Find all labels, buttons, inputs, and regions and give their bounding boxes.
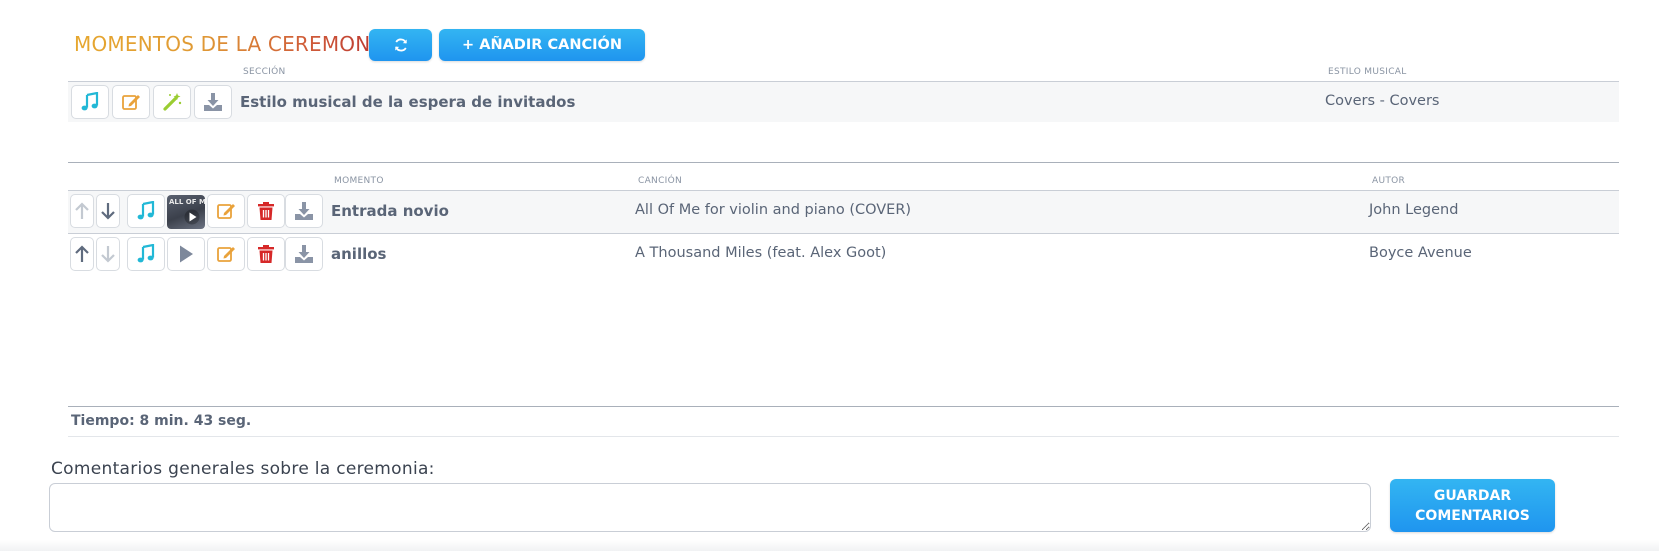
edit-button[interactable]: [207, 237, 245, 271]
trash-icon: [258, 245, 274, 263]
bottom-shadow: [0, 540, 1659, 551]
col-header-style: ESTILO MUSICAL: [1328, 67, 1407, 77]
save-comments-button[interactable]: GUARDAR COMENTARIOS: [1390, 479, 1555, 532]
magic-wand-icon: [163, 93, 182, 111]
arrow-up-icon: [75, 245, 89, 262]
edit-icon: [122, 95, 140, 110]
arrow-down-icon: [101, 203, 115, 220]
move-up-button[interactable]: [70, 237, 94, 271]
edit-icon: [217, 204, 235, 219]
arrow-up-icon: [75, 202, 89, 219]
music-button[interactable]: [71, 85, 109, 119]
download-button[interactable]: [194, 85, 232, 119]
move-down-button: [96, 237, 120, 271]
add-song-label: + AÑADIR CANCIÓN: [462, 37, 622, 53]
song-author: Boyce Avenue: [1369, 245, 1472, 261]
total-time: Tiempo: 8 min. 43 seg.: [71, 413, 252, 429]
arrow-down-icon: [101, 246, 115, 263]
music-button[interactable]: [127, 194, 165, 228]
moment-name: Entrada novio: [331, 202, 449, 220]
divider: [68, 233, 1619, 234]
refresh-button[interactable]: [369, 29, 432, 61]
video-thumbnail[interactable]: ALL OF ME: [167, 195, 205, 229]
move-down-button[interactable]: [96, 194, 120, 228]
music-note-icon: [137, 244, 155, 263]
trash-icon: [258, 202, 274, 220]
download-icon: [295, 202, 313, 220]
section-name: Estilo musical de la espera de invitados: [240, 93, 576, 111]
music-note-icon: [137, 201, 155, 220]
music-button[interactable]: [127, 237, 165, 271]
save-comments-label-line1: GUARDAR: [1433, 487, 1512, 504]
edit-icon: [217, 247, 235, 262]
edit-button[interactable]: [207, 194, 245, 228]
col-header-moment: MOMENTO: [334, 176, 384, 186]
delete-button[interactable]: [247, 194, 285, 228]
song-title: A Thousand Miles (feat. Alex Goot): [635, 245, 887, 261]
delete-button[interactable]: [247, 237, 285, 271]
section-style: Covers - Covers: [1325, 93, 1440, 109]
col-header-author: AUTOR: [1372, 176, 1406, 186]
divider: [68, 436, 1619, 437]
moment-name: anillos: [331, 245, 387, 263]
comments-textarea[interactable]: [49, 483, 1371, 532]
divider: [68, 162, 1619, 163]
song-title: All Of Me for violin and piano (COVER): [635, 202, 912, 218]
download-button[interactable]: [285, 194, 323, 228]
save-comments-label-line2: COMENTARIOS: [1415, 507, 1530, 524]
move-up-button: [70, 194, 94, 228]
play-icon: [180, 245, 193, 263]
magic-button[interactable]: [153, 85, 191, 119]
download-button[interactable]: [285, 237, 323, 271]
song-author: John Legend: [1369, 202, 1459, 218]
comments-label: Comentarios generales sobre la ceremonia…: [51, 459, 435, 479]
play-button[interactable]: [167, 237, 205, 271]
edit-button[interactable]: [112, 85, 150, 119]
divider: [68, 406, 1619, 407]
col-header-song: CANCIÓN: [638, 176, 683, 186]
download-icon: [295, 245, 313, 263]
thumbnail-text: ALL OF ME: [169, 198, 205, 206]
col-header-section: SECCIÓN: [243, 67, 286, 77]
play-icon: [184, 209, 200, 225]
page-title: MOMENTOS DE LA CEREMONIA: [74, 32, 391, 56]
music-note-icon: [81, 92, 99, 111]
add-song-button[interactable]: + AÑADIR CANCIÓN: [439, 29, 645, 61]
refresh-icon: [394, 38, 407, 52]
download-icon: [204, 93, 222, 111]
